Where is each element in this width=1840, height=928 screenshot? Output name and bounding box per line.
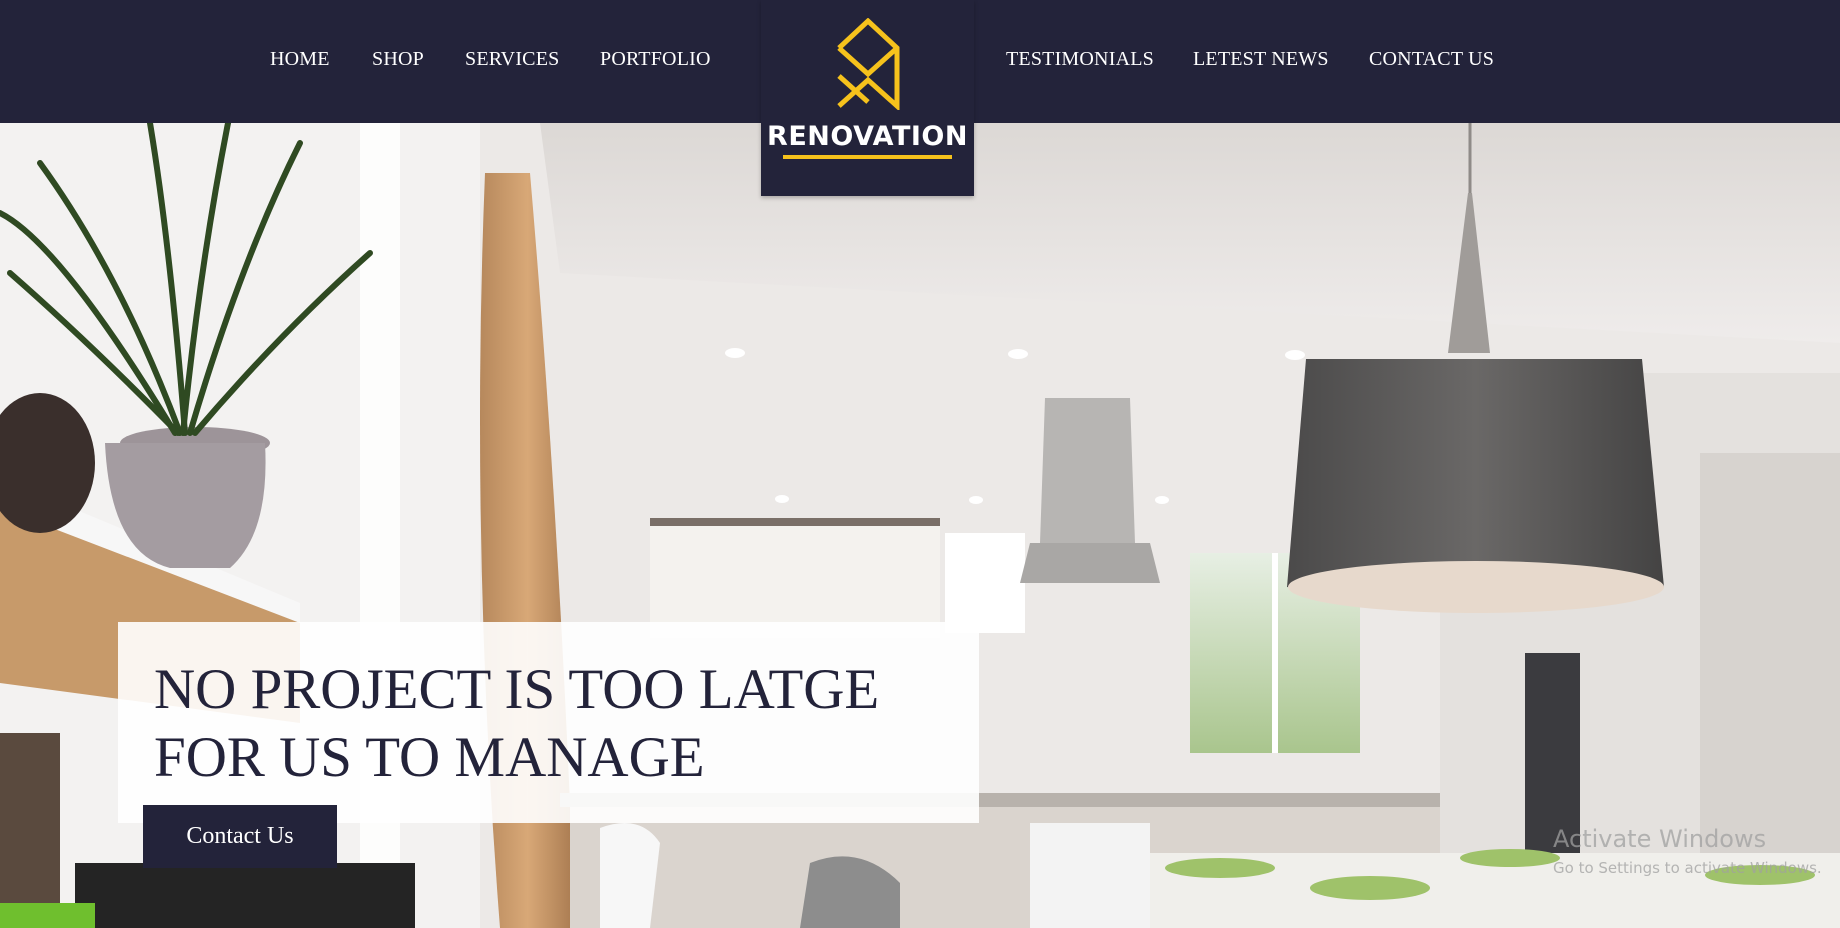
logo-underline [783, 155, 952, 159]
watermark-subtitle: Go to Settings to activate Windows. [1553, 859, 1822, 877]
activate-windows-watermark: Activate Windows Go to Settings to activ… [1553, 825, 1822, 877]
roof-chevrons-icon [837, 18, 900, 110]
nav-home[interactable]: HOME [270, 48, 330, 71]
headline-line-2: FOR US TO MANAGE [154, 726, 705, 789]
nav-shop[interactable]: SHOP [372, 48, 424, 71]
logo-text: RENOVATION [767, 121, 968, 152]
watermark-title: Activate Windows [1553, 825, 1767, 853]
contact-us-button[interactable]: Contact Us [143, 805, 337, 868]
hero-headline-box: NO PROJECT IS TOO LATGE FOR US TO MANAGE [118, 622, 979, 823]
nav-testimonials[interactable]: TESTIMONIALS [1006, 48, 1154, 71]
headline-line-1: NO PROJECT IS TOO LATGE [154, 658, 880, 721]
nav-latest-news[interactable]: LETEST NEWS [1193, 48, 1329, 71]
nav-portfolio[interactable]: PORTFOLIO [600, 48, 711, 71]
nav-contact-us[interactable]: CONTACT US [1369, 48, 1494, 71]
nav-services[interactable]: SERVICES [465, 48, 559, 71]
site-logo[interactable]: RENOVATION [761, 0, 974, 196]
hero-headline: NO PROJECT IS TOO LATGE FOR US TO MANAGE [154, 656, 954, 792]
